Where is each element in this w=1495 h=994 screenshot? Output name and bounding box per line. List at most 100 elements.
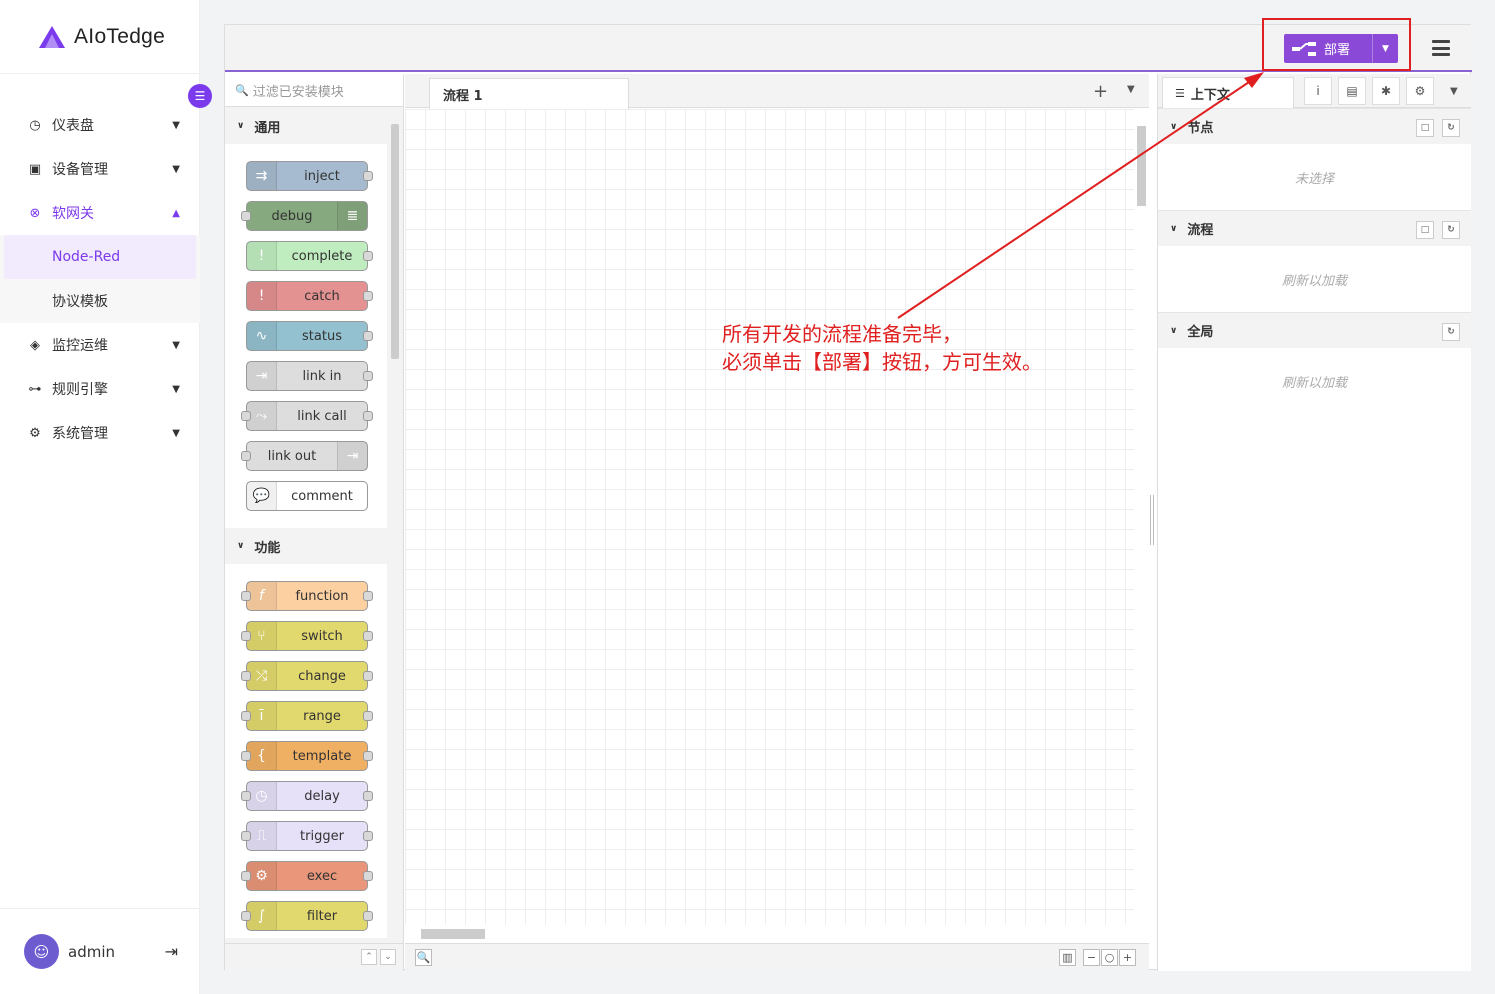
menu-item-monitor[interactable]: ◈ 监控运维 ▼ <box>0 323 200 367</box>
output-port <box>363 291 373 301</box>
palette-node-trigger[interactable]: ⎍ trigger <box>241 821 373 851</box>
collapse-all-icon[interactable]: ⌃ <box>361 949 377 965</box>
workspace-footer: 🔍 ▥ − ○ + <box>405 943 1149 971</box>
palette-node-switch[interactable]: ⑂ switch <box>241 621 373 651</box>
zoom-out-icon[interactable]: − <box>1083 949 1100 966</box>
node-label: trigger <box>300 828 344 844</box>
menu-item-dashboard[interactable]: ◷ 仪表盘 ▼ <box>0 103 200 147</box>
username: admin <box>68 942 115 961</box>
brand: AIoTedge <box>0 0 199 74</box>
palette-node-change[interactable]: ⤮ change <box>241 661 373 691</box>
section-node-header[interactable]: ∨ 节点 □ ↻ <box>1158 108 1471 144</box>
link-call-icon: ⤳ <box>247 402 277 430</box>
info-icon[interactable]: i <box>1304 77 1332 105</box>
app-sidebar: AIoTedge ◷ 仪表盘 ▼ ▣ 设备管理 ▼ ⊗ 软网关 ▲ Node-R… <box>0 0 200 994</box>
workspace-horizontal-scrollbar[interactable] <box>405 925 1134 942</box>
category-label: 通用 <box>254 120 281 136</box>
palette-node-inject[interactable]: ⇉ inject <box>246 161 373 191</box>
flow-list-caret-icon[interactable]: ▼ <box>1127 84 1135 95</box>
book-icon[interactable]: ▤ <box>1338 77 1366 105</box>
workspace-vertical-scrollbar[interactable] <box>1134 109 1149 934</box>
add-flow-icon[interactable]: + <box>1093 81 1108 102</box>
refresh-icon[interactable]: ↻ <box>1442 323 1460 341</box>
sidebar-tabs-caret-icon[interactable]: ▼ <box>1450 86 1458 97</box>
palette-node-link-in[interactable]: ⇥ link in <box>246 361 373 391</box>
section-global-body: 刷新以加载 <box>1281 375 1347 391</box>
palette-node-template[interactable]: { template <box>241 741 373 771</box>
palette-node-filter[interactable]: ∫ filter <box>241 901 373 931</box>
navigator-map-icon[interactable]: ▥ <box>1059 949 1076 966</box>
search-icon[interactable]: 🔍 <box>415 949 432 966</box>
workspace-vertical-thumb[interactable] <box>1137 126 1146 206</box>
zoom-in-icon[interactable]: + <box>1119 949 1136 966</box>
palette-node-exec[interactable]: ⚙ exec <box>241 861 373 891</box>
sub-item-protocol-templates[interactable]: 协议模板 <box>0 279 200 323</box>
input-port <box>241 671 251 681</box>
output-port <box>363 591 373 601</box>
chevron-down-icon: ∨ <box>1170 325 1178 336</box>
node-label: switch <box>301 628 343 644</box>
refresh-icon[interactable]: ↻ <box>1442 119 1460 137</box>
switch-icon: ⑂ <box>247 622 277 650</box>
node-label: status <box>302 328 342 344</box>
avatar[interactable]: ☺ <box>24 934 59 969</box>
output-port <box>363 331 373 341</box>
palette-node-range[interactable]: ī range <box>241 701 373 731</box>
workspace-canvas[interactable] <box>405 109 1134 934</box>
menu-item-gateway[interactable]: ⊗ 软网关 ▲ <box>0 191 200 235</box>
node-label: debug <box>271 208 313 224</box>
collapse-sidebar-icon[interactable]: ☰ <box>188 84 212 108</box>
palette-node-function[interactable]: f function <box>241 581 373 611</box>
input-port <box>241 631 251 641</box>
exclamation-icon: ! <box>247 282 277 310</box>
workspace-horizontal-thumb[interactable] <box>421 929 485 939</box>
output-port <box>363 251 373 261</box>
menu-item-system[interactable]: ⚙ 系统管理 ▼ <box>0 411 200 455</box>
section-global-header[interactable]: ∨ 全局 ↻ <box>1158 312 1471 348</box>
tab-flow-1[interactable]: 流程 1 <box>429 78 629 109</box>
section-flow-header[interactable]: ∨ 流程 □ ↻ <box>1158 210 1471 246</box>
node-label: delay <box>304 788 340 804</box>
menu-item-devices[interactable]: ▣ 设备管理 ▼ <box>0 147 200 191</box>
range-icon: ī <box>247 702 277 730</box>
device-icon: ▣ <box>28 161 42 177</box>
sidebar-tabs: ☰ 上下文 i ▤ ✱ ⚙ ▼ <box>1158 74 1471 109</box>
palette-node-link-call[interactable]: ⤳ link call <box>241 401 373 431</box>
palette-scrollbar[interactable] <box>388 108 402 938</box>
section-label: 流程 <box>1187 223 1214 238</box>
logout-icon[interactable]: ⇥ <box>165 942 178 961</box>
menu-item-rules[interactable]: ⊶ 规则引擎 ▼ <box>0 367 200 411</box>
sidebar-resize-handle[interactable] <box>1150 495 1154 545</box>
expand-all-icon[interactable]: ⌄ <box>380 949 396 965</box>
chevron-down-icon: ▼ <box>172 427 180 439</box>
gear-icon[interactable]: ⚙ <box>1406 77 1434 105</box>
window-icon[interactable]: □ <box>1416 221 1434 239</box>
palette-node-delay[interactable]: ◷ delay <box>241 781 373 811</box>
input-port <box>241 411 251 421</box>
palette-scroll-thumb[interactable] <box>391 124 399 359</box>
inject-icon: ⇉ <box>247 162 277 190</box>
tab-context[interactable]: ☰ 上下文 <box>1162 77 1294 109</box>
chevron-down-icon: ∨ <box>1170 223 1178 234</box>
palette-node-comment[interactable]: 💬 comment <box>246 481 368 511</box>
gateway-icon: ⊗ <box>29 205 41 221</box>
window-icon[interactable]: □ <box>1416 119 1434 137</box>
palette-category-common[interactable]: ∨ 通用 <box>225 108 387 144</box>
palette-category-function[interactable]: ∨ 功能 <box>225 528 387 564</box>
palette-node-link-out[interactable]: link out ⇥ <box>241 441 368 471</box>
refresh-icon[interactable]: ↻ <box>1442 221 1460 239</box>
output-port <box>363 711 373 721</box>
sub-item-node-red[interactable]: Node-Red <box>4 235 196 279</box>
palette-filter-input[interactable]: 🔍 过滤已安装模块 <box>225 74 403 107</box>
bug-icon[interactable]: ✱ <box>1372 77 1400 105</box>
filter-icon: ∫ <box>247 902 277 930</box>
pulse-icon: ∿ <box>247 322 277 350</box>
main-menu-icon[interactable] <box>1432 40 1450 56</box>
zoom-reset-icon[interactable]: ○ <box>1101 949 1118 966</box>
palette-node-catch[interactable]: ! catch <box>246 281 373 311</box>
chevron-down-icon: ▼ <box>172 119 180 131</box>
trigger-icon: ⎍ <box>247 822 277 850</box>
palette-node-complete[interactable]: ! complete <box>246 241 373 271</box>
palette-node-debug[interactable]: debug ≣ <box>241 201 368 231</box>
palette-node-status[interactable]: ∿ status <box>246 321 373 351</box>
